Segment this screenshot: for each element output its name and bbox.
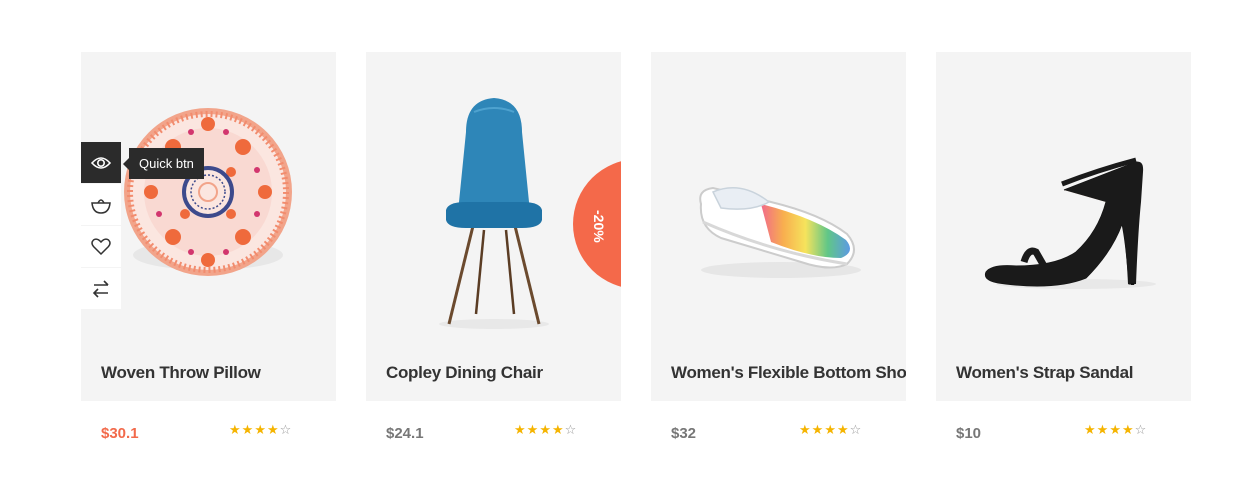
sandal-image[interactable] [936,52,1191,352]
star-empty-icon: ☆ [1134,423,1147,438]
star-filled-icon: ★ [539,423,551,438]
star-rating: ★ ★ ★ ★ ☆ [1084,424,1146,438]
quick-view-button[interactable] [81,142,121,183]
star-filled-icon: ★ [254,423,266,438]
star-empty-icon: ☆ [849,423,862,438]
product-card[interactable]: Woven Throw Pillow Quick btn $30.1 ★ ★ ★… [81,52,336,466]
product-price: $10 [956,425,982,442]
product-price: $24.1 [386,425,424,442]
product-image-area[interactable]: Women's Flexible Bottom Shoes [651,52,906,401]
star-empty-icon: ☆ [279,423,292,438]
product-meta: $30.1 ★ ★ ★ ★ ☆ [81,401,336,466]
star-filled-icon: ★ [266,423,279,438]
quick-view-tooltip: Quick btn [123,148,204,179]
product-image-area[interactable]: Women's Strap Sandal [936,52,1191,401]
star-filled-icon: ★ [514,423,526,438]
wishlist-button[interactable] [81,226,121,267]
product-card[interactable]: -20% Copley Dining Chair $24.1 ★ ★ ★ ★ ☆ [366,52,621,466]
star-filled-icon: ★ [1084,423,1096,438]
star-empty-icon: ☆ [564,423,577,438]
compare-button[interactable] [81,268,121,309]
product-card[interactable]: Women's Flexible Bottom Shoes $32 ★ ★ ★ ★ ☆ [651,52,906,466]
star-filled-icon: ★ [811,423,824,438]
star-filled-icon: ★ [1109,423,1121,438]
product-price: $30.1 [101,425,139,442]
basket-icon [91,198,111,214]
product-price: $32 [671,425,697,442]
product-title[interactable]: Women's Strap Sandal [956,363,1134,383]
shoes-image[interactable] [651,52,906,352]
star-filled-icon: ★ [526,423,539,438]
star-filled-icon: ★ [824,423,836,438]
product-meta: $10 ★ ★ ★ ★ ☆ [936,401,1191,466]
star-filled-icon: ★ [1096,423,1109,438]
product-grid: Woven Throw Pillow Quick btn $30.1 ★ ★ ★… [81,52,1191,466]
product-meta: $24.1 ★ ★ ★ ★ ☆ [366,401,621,466]
product-title[interactable]: Women's Flexible Bottom Shoes [671,363,906,383]
quick-actions [81,142,121,310]
product-image-area[interactable]: Woven Throw Pillow Quick btn [81,52,336,401]
product-title[interactable]: Woven Throw Pillow [101,363,261,383]
star-filled-icon: ★ [551,423,564,438]
product-image-area[interactable]: -20% Copley Dining Chair [366,52,621,401]
discount-badge-label: -20% [591,210,607,243]
product-meta: $32 ★ ★ ★ ★ ☆ [651,401,906,466]
add-to-cart-button[interactable] [81,184,121,225]
star-rating: ★ ★ ★ ★ ☆ [229,424,291,438]
star-filled-icon: ★ [1121,423,1134,438]
product-card[interactable]: Women's Strap Sandal $10 ★ ★ ★ ★ ☆ [936,52,1191,466]
star-rating: ★ ★ ★ ★ ☆ [799,424,861,438]
star-filled-icon: ★ [836,423,849,438]
compare-arrows-icon [92,279,109,298]
heart-icon [91,237,111,255]
star-filled-icon: ★ [229,423,241,438]
product-title[interactable]: Copley Dining Chair [386,363,543,383]
star-rating: ★ ★ ★ ★ ☆ [514,424,576,438]
eye-icon [91,156,111,169]
star-filled-icon: ★ [241,423,254,438]
star-filled-icon: ★ [799,423,811,438]
